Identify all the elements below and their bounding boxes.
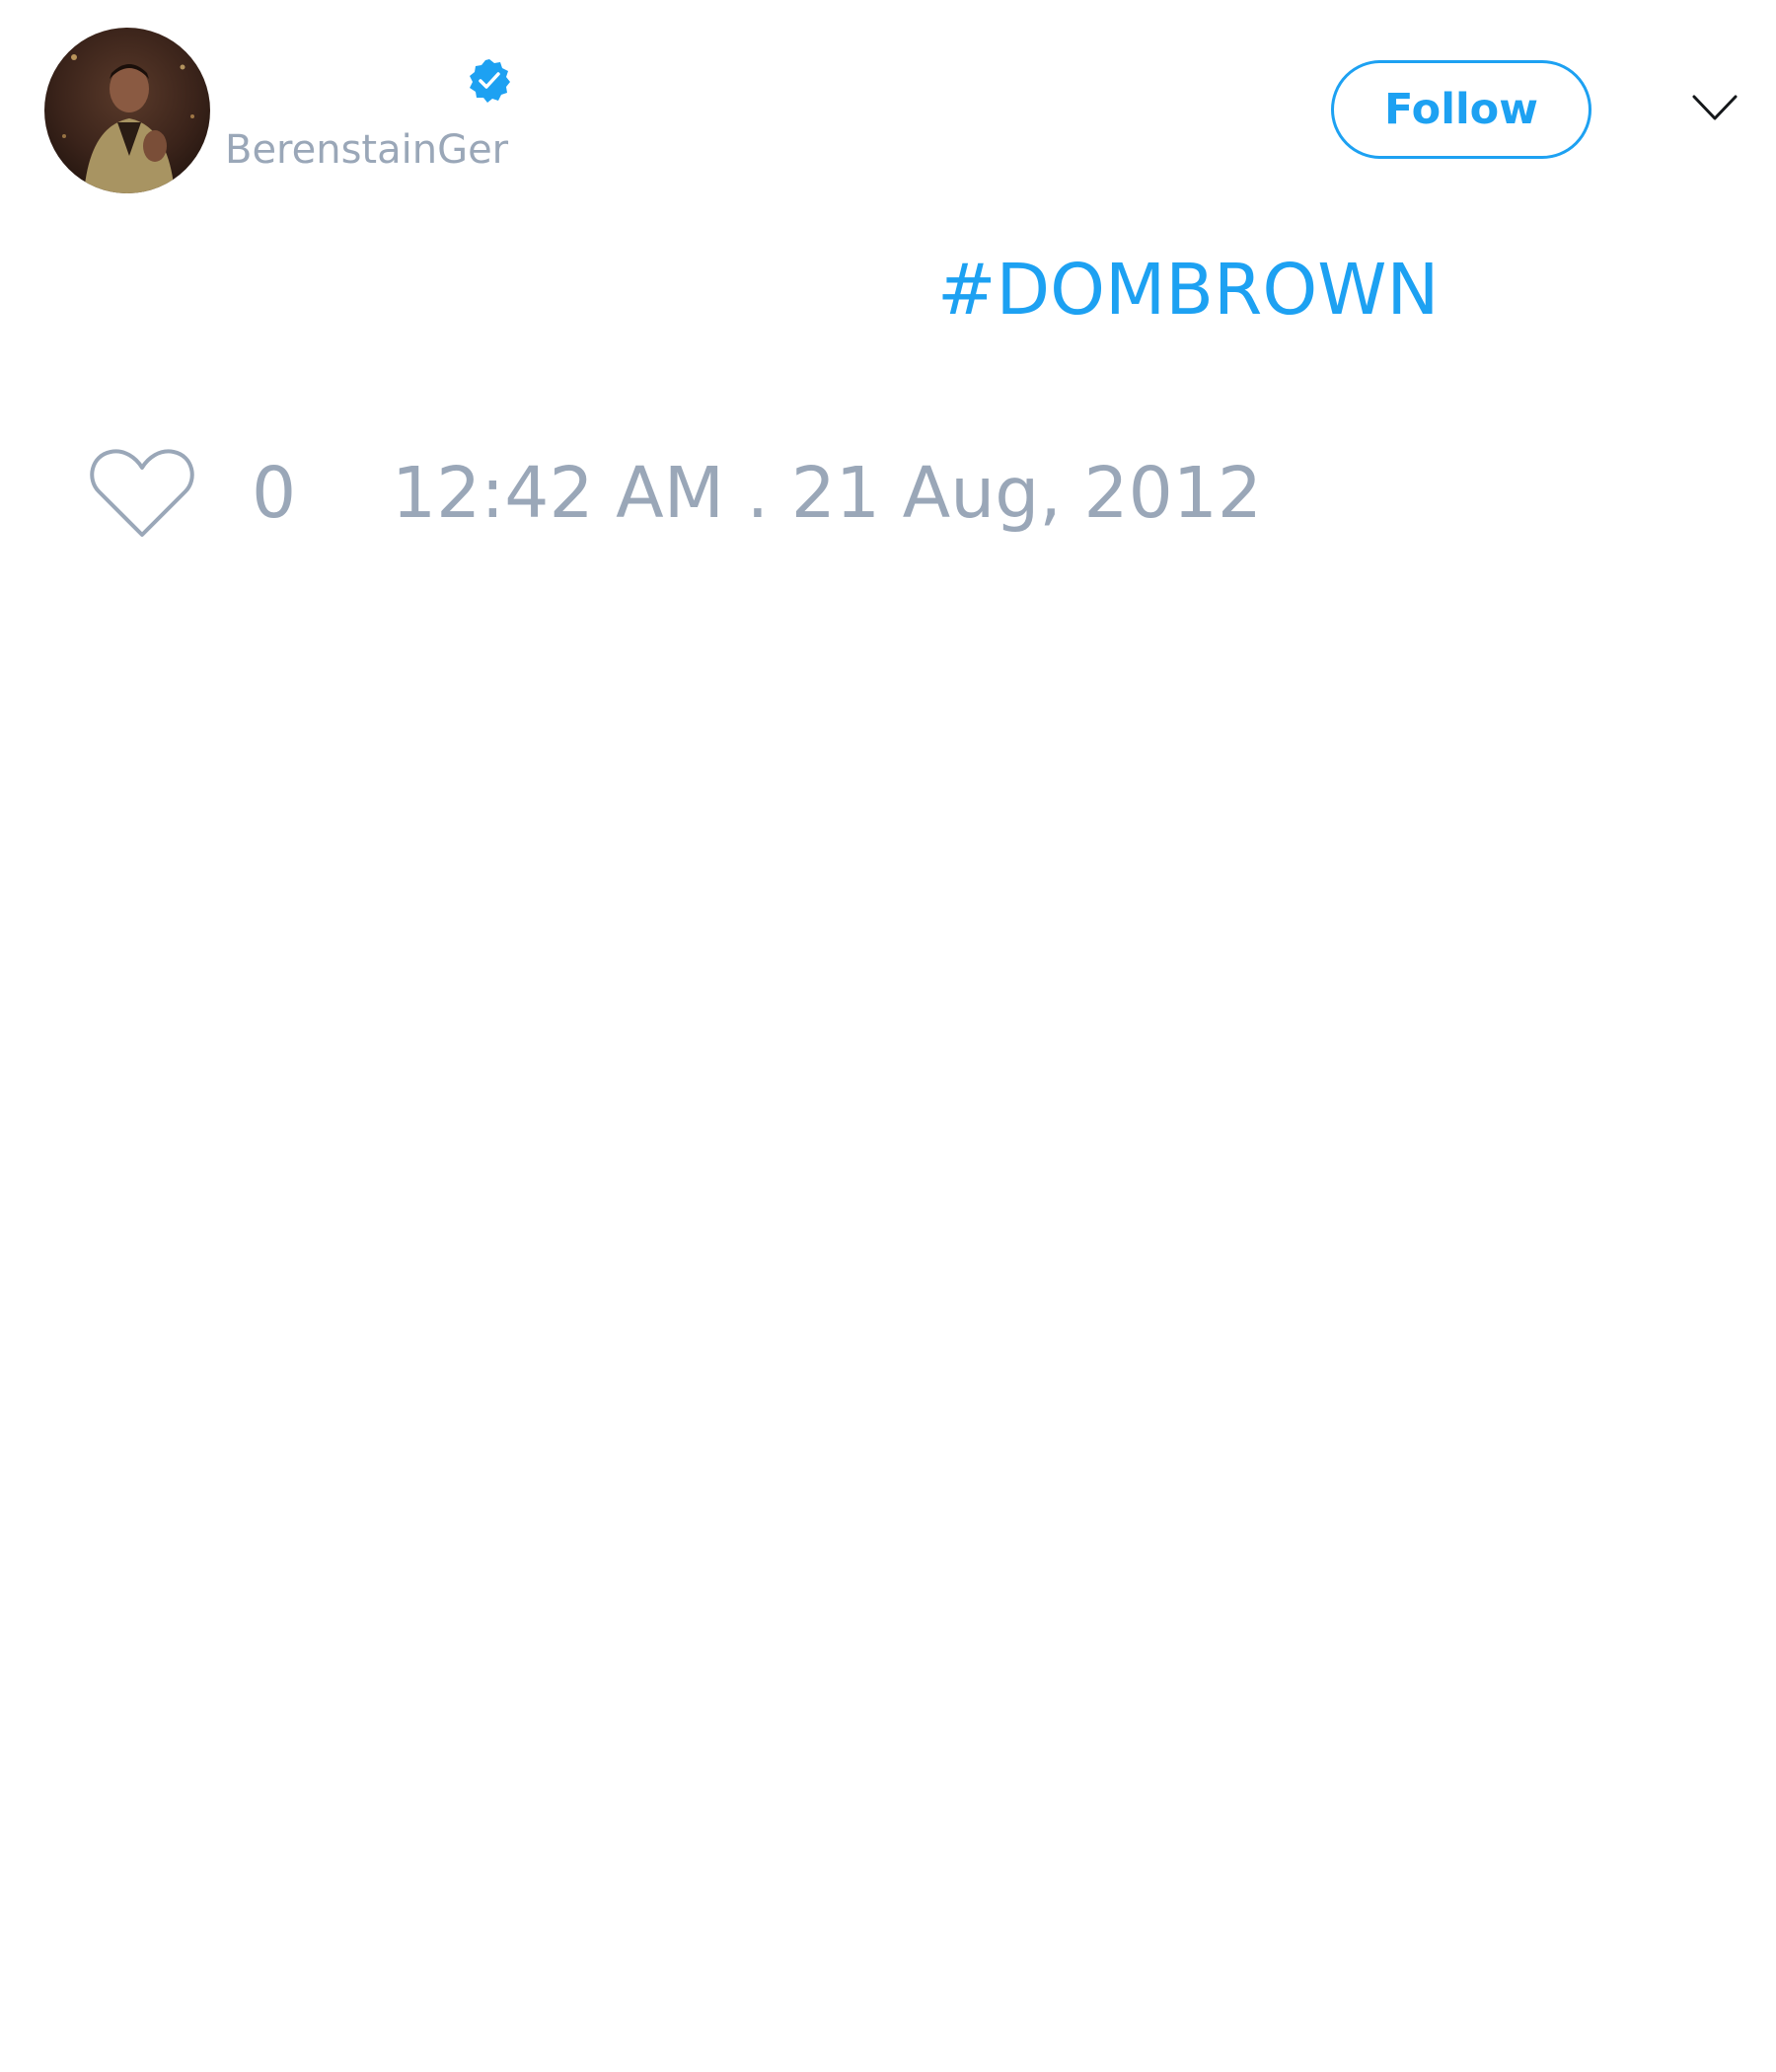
follow-button[interactable]: Follow bbox=[1331, 60, 1591, 159]
avatar[interactable] bbox=[44, 28, 210, 193]
avatar-photo bbox=[44, 28, 210, 193]
heart-outline-icon[interactable] bbox=[89, 446, 195, 541]
author-handle[interactable]: BerenstainGer bbox=[225, 126, 508, 174]
hashtag-link[interactable]: #DOMBROWN bbox=[937, 249, 1440, 332]
chevron-down-icon[interactable] bbox=[1691, 89, 1739, 128]
like-count: 0 bbox=[252, 452, 297, 534]
timestamp[interactable]: 12:42 AM . 21 Aug, 2012 bbox=[392, 452, 1262, 535]
tweet-card: BerenstainGer Follow #DOMBROWN 0 12:42 A… bbox=[0, 0, 1776, 2072]
verified-badge-icon bbox=[470, 59, 510, 103]
